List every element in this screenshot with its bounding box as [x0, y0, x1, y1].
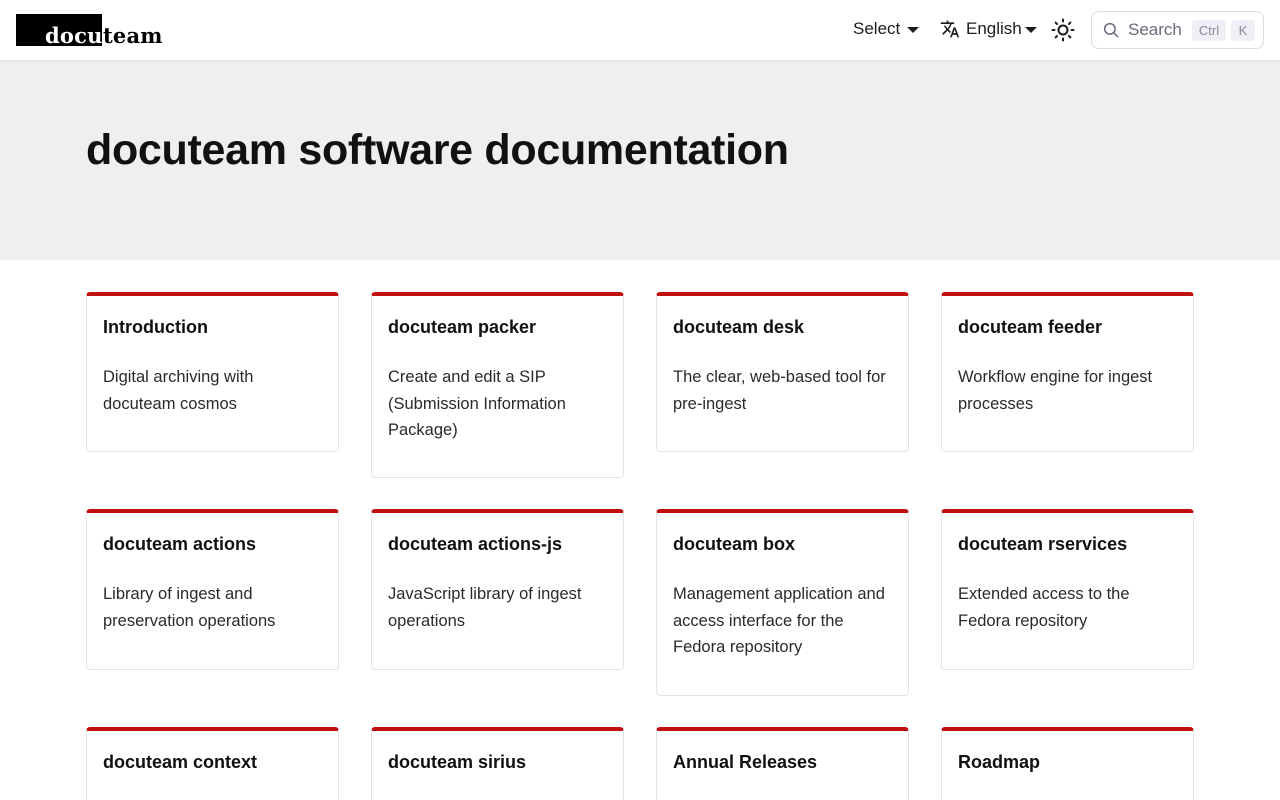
card-docuteam-sirius[interactable]: docuteam sirius [371, 727, 624, 800]
translate-icon [940, 20, 960, 38]
select-dropdown[interactable]: Select [853, 19, 920, 39]
card-title: docuteam feeder [958, 317, 1103, 337]
card-introduction[interactable]: Introduction Digital archiving with docu… [86, 292, 339, 452]
card-description: The clear, web-based tool for pre-ingest [673, 368, 886, 413]
card-docuteam-feeder[interactable]: docuteam feeder Workflow engine for inge… [941, 292, 1194, 452]
language-label: English [966, 19, 1022, 38]
card-docuteam-rservices[interactable]: docuteam rservices Extended access to th… [941, 509, 1194, 670]
card-docuteam-actions[interactable]: docuteam actions Library of ingest and p… [86, 509, 339, 670]
logo-text: team [103, 23, 163, 48]
card-docuteam-packer[interactable]: docuteam packer Create and edit a SIP (S… [371, 292, 624, 478]
page-title: docuteam software documentation [86, 126, 789, 174]
card-title: docuteam actions [103, 534, 257, 554]
card-title: Annual Releases [673, 752, 818, 772]
logo-inverted-block: docu [16, 14, 102, 46]
card-title: docuteam rservices [958, 534, 1128, 554]
sun-icon [1051, 18, 1075, 42]
kbd-ctrl: Ctrl [1192, 20, 1226, 41]
card-description: JavaScript library of ingest operations [388, 585, 582, 630]
theme-toggle-button[interactable] [1051, 18, 1075, 42]
card-description: Workflow engine for ingest processes [958, 368, 1153, 413]
card-description: Management application and access interf… [673, 585, 885, 656]
card-title: docuteam actions-js [388, 534, 563, 554]
card-docuteam-desk[interactable]: docuteam desk The clear, web-based tool … [656, 292, 909, 452]
card-docuteam-actions-js[interactable]: docuteam actions-js JavaScript library o… [371, 509, 624, 670]
card-annual-releases[interactable]: Annual Releases [656, 727, 909, 800]
search-button[interactable]: Search Ctrl K [1091, 11, 1264, 49]
card-description: Library of ingest and preservation opera… [103, 585, 276, 630]
card-description: Extended access to the Fedora repository [958, 585, 1130, 630]
select-label: Select [853, 19, 901, 38]
card-title: Roadmap [958, 752, 1041, 772]
logo-inverted-text: docu [45, 23, 103, 48]
caret-down-icon [907, 27, 920, 33]
card-description: Create and edit a SIP (Submission Inform… [388, 368, 566, 439]
card-description: Digital archiving with docuteam cosmos [103, 368, 254, 413]
kbd-k: K [1231, 20, 1255, 41]
language-dropdown[interactable]: English [940, 19, 1037, 39]
search-label: Search [1128, 20, 1182, 39]
card-title: docuteam desk [673, 317, 805, 337]
card-roadmap[interactable]: Roadmap [941, 727, 1194, 800]
top-navbar: docu team Select English Search Ctrl K [0, 0, 1280, 60]
card-title: Introduction [103, 317, 208, 337]
hero-banner: docuteam software documentation [0, 60, 1280, 260]
card-docuteam-context[interactable]: docuteam context [86, 727, 339, 800]
search-icon [1103, 22, 1119, 38]
card-title: docuteam packer [388, 317, 537, 337]
card-title: docuteam context [103, 752, 258, 772]
caret-down-icon [1024, 27, 1037, 33]
docuteam-logo[interactable]: docu team [16, 14, 163, 46]
card-docuteam-box[interactable]: docuteam box Management application and … [656, 509, 909, 696]
card-title: docuteam box [673, 534, 796, 554]
card-title: docuteam sirius [388, 752, 527, 772]
